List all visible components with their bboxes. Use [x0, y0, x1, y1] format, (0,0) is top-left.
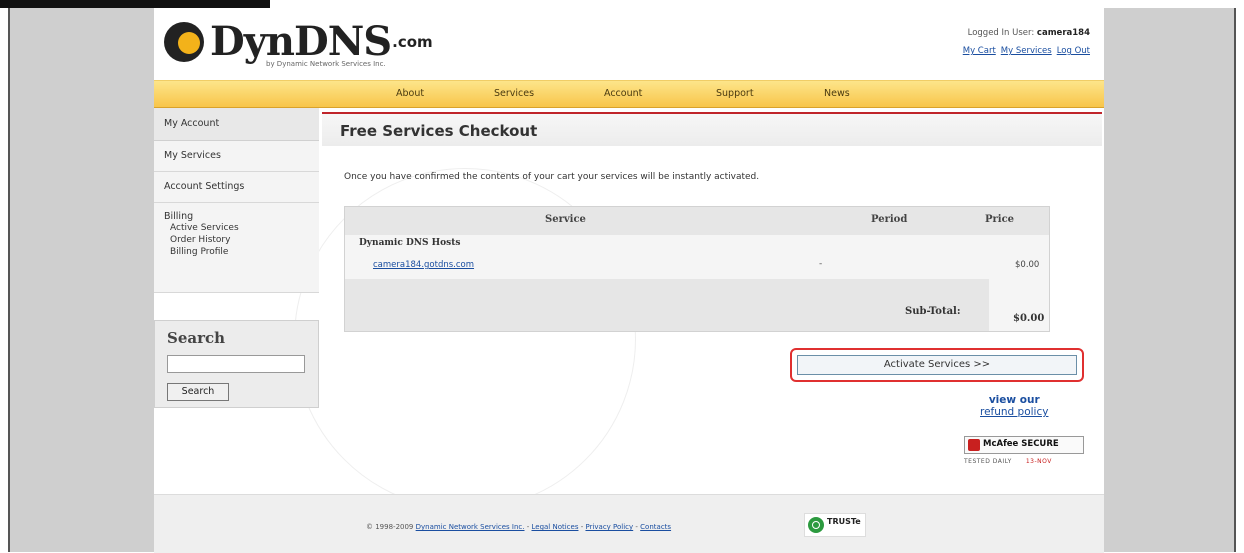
- mcafee-shield-icon: [968, 439, 980, 451]
- service-price: $0.00: [1015, 260, 1040, 270]
- log-out-link[interactable]: Log Out: [1057, 46, 1090, 56]
- nav-services[interactable]: Services: [494, 81, 534, 107]
- my-cart-link[interactable]: My Cart: [963, 46, 996, 56]
- sidebar-item-account-settings[interactable]: Account Settings: [154, 172, 319, 203]
- sidebar-subitem-billing-profile[interactable]: Billing Profile: [164, 246, 309, 258]
- mcafee-tested-label: TESTED DAILY: [964, 458, 1012, 465]
- col-header-price: Price: [985, 214, 1015, 225]
- search-input[interactable]: [167, 355, 305, 373]
- dyndns-logo[interactable]: DynDNS .com: [164, 18, 433, 66]
- footer-links: © 1998-2009 Dynamic Network Services Inc…: [366, 523, 671, 531]
- nav-about[interactable]: About: [396, 81, 424, 107]
- user-box: Logged In User: camera184 My Cart My Serv…: [958, 24, 1090, 60]
- sidebar-subitem-active-services[interactable]: Active Services: [164, 222, 309, 234]
- truste-label: TRUSTe: [827, 517, 861, 526]
- footer-contacts-link[interactable]: Contacts: [640, 523, 671, 531]
- top-strip-mark: [0, 0, 270, 8]
- col-header-service: Service: [545, 214, 586, 225]
- cart-table: Service Period Price Dynamic DNS Hosts c…: [344, 206, 1050, 332]
- page-title: Free Services Checkout: [322, 112, 1102, 146]
- checkout-intro-text: Once you have confirmed the contents of …: [344, 172, 760, 182]
- service-hostname-link[interactable]: camera184.gotdns.com: [373, 260, 474, 270]
- service-period: -: [819, 259, 823, 269]
- footer-company-link[interactable]: Dynamic Network Services Inc.: [416, 523, 525, 531]
- search-panel: Search Search: [154, 320, 319, 408]
- my-services-link[interactable]: My Services: [1001, 46, 1052, 56]
- subtotal-value: $0.00: [1013, 313, 1045, 324]
- footer-copyright: © 1998-2009: [366, 523, 414, 531]
- logo-tagline: by Dynamic Network Services Inc.: [266, 60, 386, 68]
- footer-legal-link[interactable]: Legal Notices: [531, 523, 578, 531]
- activate-services-button[interactable]: Activate Services >>: [797, 355, 1077, 375]
- mcafee-secure-badge[interactable]: McAfee SECURE: [964, 436, 1084, 454]
- table-row: camera184.gotdns.com - $0.00: [345, 253, 1049, 279]
- sidebar-subitem-order-history[interactable]: Order History: [164, 234, 309, 246]
- nav-support[interactable]: Support: [716, 81, 754, 107]
- logo-suffix: .com: [392, 33, 433, 51]
- mcafee-tested-date: 13-NOV: [1025, 458, 1052, 465]
- logged-in-user: camera184: [1036, 28, 1090, 38]
- refund-line-1: view our: [988, 394, 1040, 406]
- truste-seal-icon: [808, 517, 824, 533]
- page: DynDNS .com by Dynamic Network Services …: [154, 8, 1104, 553]
- table-group-row: Dynamic DNS Hosts: [345, 235, 1049, 253]
- nav-news[interactable]: News: [824, 81, 850, 107]
- activate-highlight: Activate Services >>: [790, 348, 1084, 382]
- sidebar-heading[interactable]: My Account: [154, 108, 319, 141]
- user-links: My Cart My Services Log Out: [958, 42, 1090, 60]
- truste-badge[interactable]: TRUSTe: [804, 513, 866, 537]
- logged-in-label: Logged In User:: [967, 28, 1035, 38]
- refund-line-2: refund policy: [980, 406, 1049, 418]
- sidebar: My Account My Services Account Settings …: [154, 108, 319, 293]
- col-header-period: Period: [871, 214, 908, 225]
- mcafee-label: McAfee SECURE: [983, 439, 1059, 449]
- search-button[interactable]: Search: [167, 383, 229, 401]
- group-label: Dynamic DNS Hosts: [359, 238, 461, 248]
- sidebar-billing-section: Billing Active Services Order History Bi…: [154, 203, 319, 293]
- logo-name: DynDNS: [210, 18, 392, 65]
- footer: © 1998-2009 Dynamic Network Services Inc…: [154, 494, 1104, 553]
- mcafee-tested: TESTED DAILY 13-NOV: [964, 458, 1084, 465]
- nav-account[interactable]: Account: [604, 81, 642, 107]
- main-nav: About Services Account Support News: [154, 80, 1104, 108]
- search-title: Search: [167, 329, 226, 347]
- refund-policy-link[interactable]: view our refund policy: [980, 394, 1048, 418]
- footer-privacy-link[interactable]: Privacy Policy: [585, 523, 633, 531]
- subtotal-label: Sub-Total:: [905, 306, 961, 317]
- sidebar-item-my-services[interactable]: My Services: [154, 141, 319, 172]
- dyndns-logo-icon: [164, 22, 204, 62]
- sidebar-item-billing[interactable]: Billing: [164, 211, 309, 222]
- top-strip: [0, 0, 1244, 8]
